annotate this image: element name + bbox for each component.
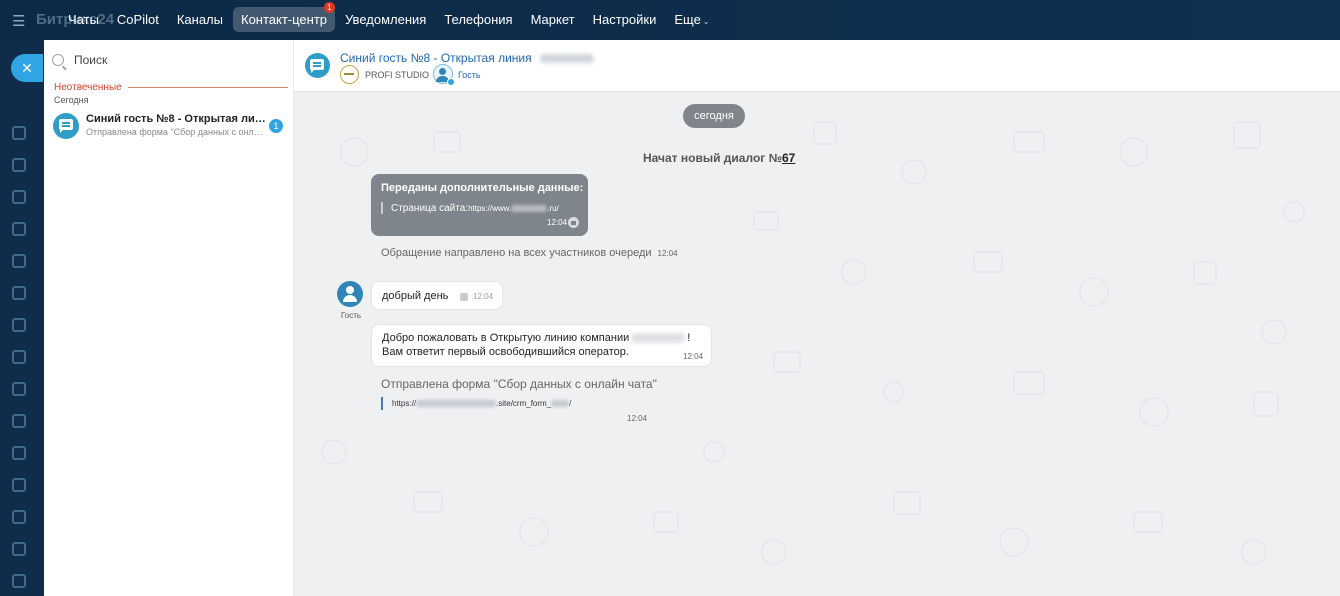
guest-message-avatar[interactable]	[337, 281, 363, 307]
company-icon[interactable]	[12, 478, 26, 492]
dialog-header: Синий гость №8 - Открытая линия PROFI ST…	[294, 40, 1340, 92]
chevron-down-icon: ⌄	[702, 17, 710, 26]
new-dialog-notice: Начат новый диалог №67	[643, 151, 796, 165]
form-url-link[interactable]: https://.site/crm_form_ /	[392, 399, 571, 408]
left-menu-rail: ✕	[0, 40, 44, 596]
user-icon	[346, 286, 354, 294]
message-time: 12:04	[683, 352, 704, 361]
tab-channels[interactable]: Каналы	[169, 7, 231, 32]
studio-name: PROFI STUDIO	[365, 70, 430, 80]
message-time: 12:04	[473, 292, 494, 301]
redacted-text	[416, 400, 497, 408]
online-status-dot	[447, 78, 455, 86]
messenger-tabs: Чаты CoPilot Каналы Контакт-центр 1 Уведо…	[60, 2, 718, 32]
dialog-avatar	[305, 53, 330, 78]
tab-market[interactable]: Маркет	[523, 7, 583, 32]
close-messenger-button[interactable]: ✕	[11, 54, 43, 82]
system-data-message: Переданы дополнительные данные: Страница…	[371, 174, 588, 236]
dialog-title[interactable]: Синий гость №8 - Открытая линия	[340, 51, 594, 65]
automation-icon[interactable]	[12, 510, 26, 524]
site-url-link[interactable]: https://www. .ru/	[468, 204, 559, 213]
mail-icon[interactable]	[12, 254, 26, 268]
search-bar	[52, 50, 284, 70]
form-sent-notice: Отправлена форма "Сбор данных с онлайн ч…	[381, 377, 657, 391]
guest-name-link[interactable]: Гость	[458, 70, 481, 80]
open-line-avatar	[53, 113, 79, 139]
redacted-text	[631, 333, 686, 344]
shop-icon[interactable]	[12, 382, 26, 396]
drive-icon[interactable]	[12, 222, 26, 236]
message-text-line-2: Вам ответит первый освободившийся операт…	[382, 346, 629, 358]
guest-message-author: Гость	[341, 311, 362, 320]
message-time: 12:04	[657, 249, 678, 258]
site-page-line: Страница сайта:https://www. .ru/	[391, 203, 559, 214]
redacted-text	[539, 54, 594, 64]
recent-chat-subtitle: Отправлена форма "Сбор данных с онлайн ч…	[86, 127, 266, 137]
tab-notifications[interactable]: Уведомления	[337, 7, 434, 32]
tasks-icon[interactable]	[12, 126, 26, 140]
unread-counter: 1	[269, 119, 283, 133]
tab-settings[interactable]: Настройки	[585, 7, 665, 32]
recent-chat-title: Синий гость №8 - Открытая линия	[86, 113, 266, 125]
guest-avatar[interactable]	[433, 64, 455, 86]
message-text: добрый день	[382, 290, 449, 302]
groups-icon[interactable]	[12, 286, 26, 300]
analytics-icon[interactable]	[12, 542, 26, 556]
group-divider	[127, 87, 288, 88]
unanswered-group-header: Неотвеченные	[54, 82, 288, 93]
message-time: 12:04	[547, 218, 568, 227]
tab-chats[interactable]: Чаты	[60, 7, 107, 32]
search-input[interactable]	[74, 53, 274, 67]
calendar-icon[interactable]	[12, 190, 26, 204]
tab-copilot[interactable]: CoPilot	[109, 7, 167, 32]
top-navigation-bar: ☰ Битрикс24 Чаты CoPilot Каналы Контакт-…	[0, 0, 1340, 40]
dialog-area: Синий гость №8 - Открытая линия PROFI ST…	[294, 40, 1340, 596]
lock-icon	[568, 217, 579, 228]
quote-bar	[381, 397, 383, 410]
tab-contact-center[interactable]: Контакт-центр 1	[233, 2, 336, 32]
messages-icon[interactable]	[12, 158, 26, 172]
sites-icon[interactable]	[12, 350, 26, 364]
quote-bar	[381, 202, 383, 214]
marketing-icon[interactable]	[12, 414, 26, 428]
notification-badge: 1	[324, 2, 336, 13]
recent-chats-panel: Неотвеченные Сегодня Синий гость №8 - От…	[44, 40, 294, 596]
chat-bubble-icon	[59, 119, 73, 133]
cart-icon[interactable]	[12, 446, 26, 460]
user-icon-body	[343, 295, 357, 302]
redacted-text	[511, 205, 548, 213]
menu-icon[interactable]: ☰	[12, 12, 25, 30]
message-text-line-1: Добро пожаловать в Открытую линию компан…	[382, 332, 691, 344]
tab-more[interactable]: Еще ⌄	[666, 7, 717, 32]
system-message-heading: Переданы дополнительные данные:	[381, 182, 584, 194]
date-label: Сегодня	[54, 95, 89, 105]
tab-telephony[interactable]: Телефония	[436, 7, 520, 32]
chat-bubble-icon	[310, 59, 324, 73]
user-icon	[436, 68, 449, 82]
redacted-text	[551, 400, 570, 408]
queue-system-message: Обращение направлено на всех участников …	[381, 247, 678, 259]
like-icon[interactable]	[460, 293, 468, 301]
message-time: 12:04	[627, 414, 648, 423]
guest-message-bubble[interactable]: добрый день 12:04	[371, 281, 503, 310]
welcome-message-bubble[interactable]: Добро пожаловать в Открытую линию компан…	[371, 324, 712, 367]
dialog-number-link[interactable]: 67	[782, 151, 795, 165]
date-divider: сегодня	[683, 104, 745, 128]
crm-icon[interactable]	[12, 318, 26, 332]
recent-chat-item[interactable]: Синий гость №8 - Открытая линия Отправле…	[44, 110, 293, 142]
studio-logo	[340, 65, 359, 84]
settings-icon[interactable]	[12, 574, 26, 588]
search-icon	[52, 54, 64, 66]
